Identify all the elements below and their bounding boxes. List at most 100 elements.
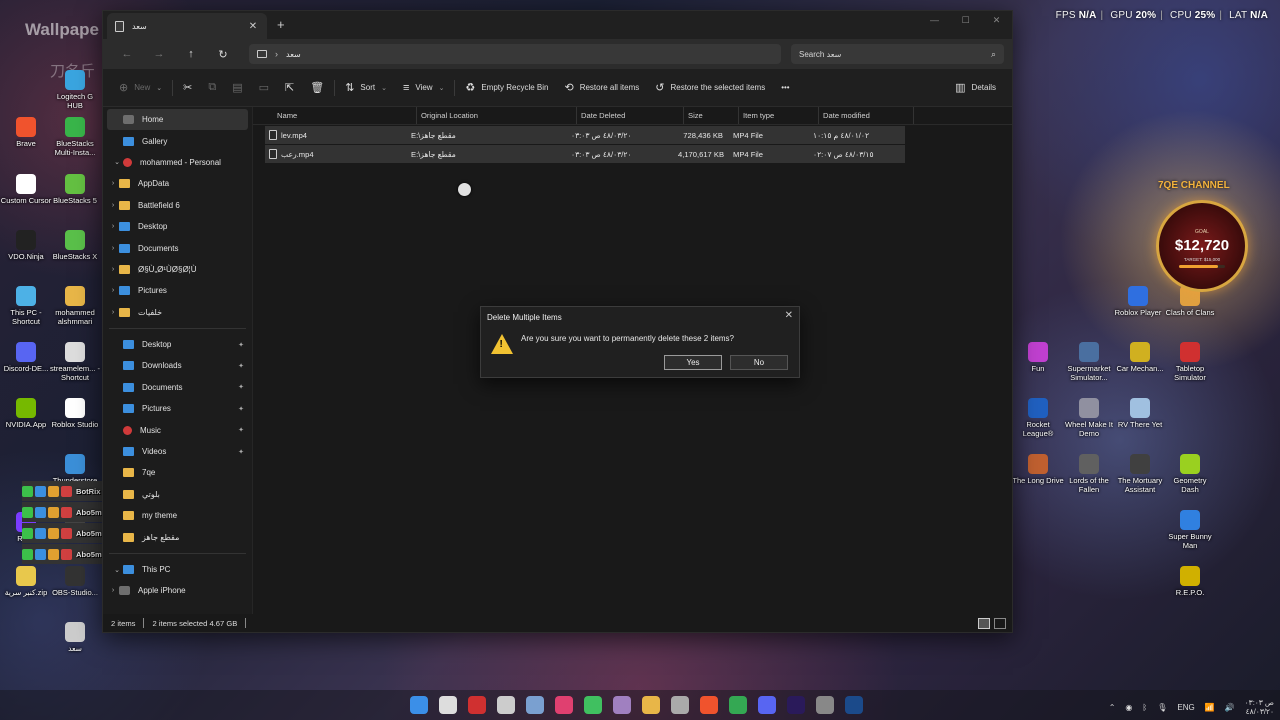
- sidebar-item[interactable]: › Documents: [103, 237, 252, 258]
- expand-chevron-icon[interactable]: ⌄: [111, 566, 123, 574]
- desktop-icon[interactable]: This PC - Shortcut: [0, 286, 52, 326]
- column-date-modified[interactable]: Date modified: [819, 107, 914, 124]
- tab-close-icon[interactable]: ✕: [247, 21, 259, 32]
- maximize-button[interactable]: ☐: [950, 11, 981, 31]
- desktop-icon[interactable]: The Long Drive: [1012, 454, 1064, 485]
- sidebar-item[interactable]: Gallery: [103, 130, 252, 151]
- desktop-icon[interactable]: streamelem... - Shortcut: [49, 342, 101, 382]
- clock[interactable]: ص ٠٣:٠٣ ٤٨/٠٣/٢٠: [1245, 698, 1274, 716]
- file-explorer-icon[interactable]: [642, 696, 660, 714]
- sidebar-item[interactable]: 7qe: [103, 462, 252, 483]
- desktop-icon[interactable]: Roblox Player: [1112, 286, 1164, 317]
- sidebar-item[interactable]: › Desktop: [103, 216, 252, 237]
- empty-recycle-bin-button[interactable]: ♻ Empty Recycle Bin: [457, 76, 556, 100]
- expand-chevron-icon[interactable]: ›: [107, 287, 119, 294]
- sidebar-item[interactable]: Home: [107, 109, 248, 131]
- desktop-icon[interactable]: The Mortuary Assistant: [1114, 454, 1166, 494]
- desktop-icon[interactable]: Lords of the Fallen: [1063, 454, 1115, 494]
- sidebar-item[interactable]: › Battlefield 6: [103, 195, 252, 216]
- language-indicator[interactable]: ENG: [1177, 703, 1194, 712]
- desktop-icon[interactable]: Rocket League®: [1012, 398, 1064, 438]
- dialog-close-icon[interactable]: ✕: [785, 310, 793, 321]
- back-arrow-icon[interactable]: ←: [111, 48, 143, 60]
- yes-button[interactable]: Yes: [664, 355, 722, 370]
- expand-chevron-icon[interactable]: ›: [107, 266, 119, 273]
- cut-button[interactable]: ✂: [175, 76, 200, 100]
- sidebar-item[interactable]: ⌄ This PC: [103, 559, 252, 580]
- rename-button[interactable]: ▭: [251, 76, 277, 100]
- desktop-icon[interactable]: VDO.Ninja: [0, 230, 52, 261]
- desktop-icon[interactable]: Tabletop Simulator: [1164, 342, 1216, 382]
- address-field[interactable]: › سعد: [249, 44, 781, 64]
- expand-chevron-icon[interactable]: ›: [107, 245, 119, 252]
- desktop-icon[interactable]: Wheel Make It Demo: [1063, 398, 1115, 438]
- sidebar-item[interactable]: my theme: [103, 505, 252, 526]
- sidebar-item[interactable]: › Ø§Ù„Ø¹ÙØ§Ø¦Ù: [103, 259, 252, 280]
- desktop-icon[interactable]: كنبر سرية.zip: [0, 566, 52, 597]
- file-row[interactable]: lev.mp4 E:\مقطع جاهز ٤٨/٠٣/٢٠ ص ٠٣:٠٣ 728,4…: [265, 126, 905, 144]
- desktop-icon[interactable]: Custom Cursor: [0, 174, 52, 205]
- premiere-icon[interactable]: [787, 696, 805, 714]
- steam-icon[interactable]: [845, 696, 863, 714]
- desktop-icon[interactable]: OBS-Studio...: [49, 566, 101, 597]
- sidebar-item[interactable]: › خلفيات: [103, 302, 252, 323]
- expand-chevron-icon[interactable]: ›: [107, 309, 119, 316]
- desktop-icon[interactable]: Roblox Studio: [49, 398, 101, 429]
- restore-all-button[interactable]: ⟲ Restore all items: [556, 76, 647, 100]
- minimize-button[interactable]: —: [919, 11, 950, 31]
- app-red-icon[interactable]: [468, 696, 486, 714]
- desktop-icon[interactable]: Super Bunny Man: [1164, 510, 1216, 550]
- tab-recycle-bin[interactable]: سعد ✕: [107, 13, 267, 39]
- copy-button[interactable]: ⧉: [200, 76, 224, 100]
- desktop-icon[interactable]: Car Mechan...: [1114, 342, 1166, 373]
- sidebar-item[interactable]: Downloads ✦: [103, 355, 252, 376]
- sort-button[interactable]: ⇅ Sort ⌄: [337, 76, 395, 100]
- desktop-icon[interactable]: Brave: [0, 117, 52, 148]
- share-button[interactable]: ⇱: [277, 76, 302, 100]
- sidebar-item[interactable]: › Pictures: [103, 280, 252, 301]
- desktop-icon[interactable]: Logitech G HUB: [49, 70, 101, 110]
- expand-chevron-icon[interactable]: ›: [107, 587, 119, 594]
- wifi-icon[interactable]: 📶: [1205, 703, 1215, 712]
- discord-icon[interactable]: [758, 696, 776, 714]
- refresh-icon[interactable]: ↻: [207, 48, 239, 61]
- more-options-button[interactable]: •••: [773, 76, 797, 100]
- chrome-icon[interactable]: [729, 696, 747, 714]
- sidebar-item[interactable]: Music ✦: [103, 419, 252, 440]
- desktop-icon[interactable]: BlueStacks X: [49, 230, 101, 261]
- brave-icon[interactable]: [700, 696, 718, 714]
- sidebar-item[interactable]: › AppData: [103, 173, 252, 194]
- expand-chevron-icon[interactable]: ⌄: [111, 158, 123, 166]
- chevron-up-icon[interactable]: ⌃: [1109, 703, 1116, 712]
- sidebar-item[interactable]: Desktop ✦: [103, 334, 252, 355]
- bluetooth-icon[interactable]: ᛒ: [1142, 703, 1147, 712]
- expand-chevron-icon[interactable]: ›: [107, 223, 119, 230]
- app-gray-icon[interactable]: [816, 696, 834, 714]
- app-green-icon[interactable]: [584, 696, 602, 714]
- restore-selected-button[interactable]: ↺ Restore the selected items: [647, 76, 773, 100]
- app-pink-icon[interactable]: [555, 696, 573, 714]
- tiles-view-icon[interactable]: [994, 617, 1006, 629]
- column-date-deleted[interactable]: Date Deleted: [577, 107, 684, 124]
- paste-button[interactable]: ▤: [224, 76, 250, 100]
- sidebar-item[interactable]: Videos ✦: [103, 441, 252, 462]
- microphone-icon[interactable]: 🎙: [1157, 703, 1167, 712]
- sidebar-item[interactable]: Documents ✦: [103, 377, 252, 398]
- forward-arrow-icon[interactable]: →: [143, 48, 175, 60]
- sidebar-item[interactable]: › Apple iPhone: [103, 580, 252, 601]
- sidebar-item[interactable]: ⌄ mohammed - Personal: [103, 152, 252, 173]
- up-arrow-icon[interactable]: ↑: [175, 48, 207, 60]
- desktop-icon[interactable]: Supermarket Simulator...: [1063, 342, 1115, 382]
- no-button[interactable]: No: [730, 355, 788, 370]
- sidebar-item[interactable]: بلوتي: [103, 484, 252, 505]
- desktop-icon[interactable]: R.E.P.O.: [1164, 566, 1216, 597]
- settings-icon[interactable]: [526, 696, 544, 714]
- start-icon[interactable]: [410, 696, 428, 714]
- details-button[interactable]: ▥ Details: [947, 76, 1004, 100]
- close-window-button[interactable]: ✕: [981, 11, 1012, 31]
- desktop-icon[interactable]: RV There Yet: [1114, 398, 1166, 429]
- new-tab-button[interactable]: +: [277, 17, 285, 32]
- column-size[interactable]: Size: [684, 107, 739, 124]
- desktop-icon[interactable]: Geometry Dash: [1164, 454, 1216, 494]
- sidebar-item[interactable]: Pictures ✦: [103, 398, 252, 419]
